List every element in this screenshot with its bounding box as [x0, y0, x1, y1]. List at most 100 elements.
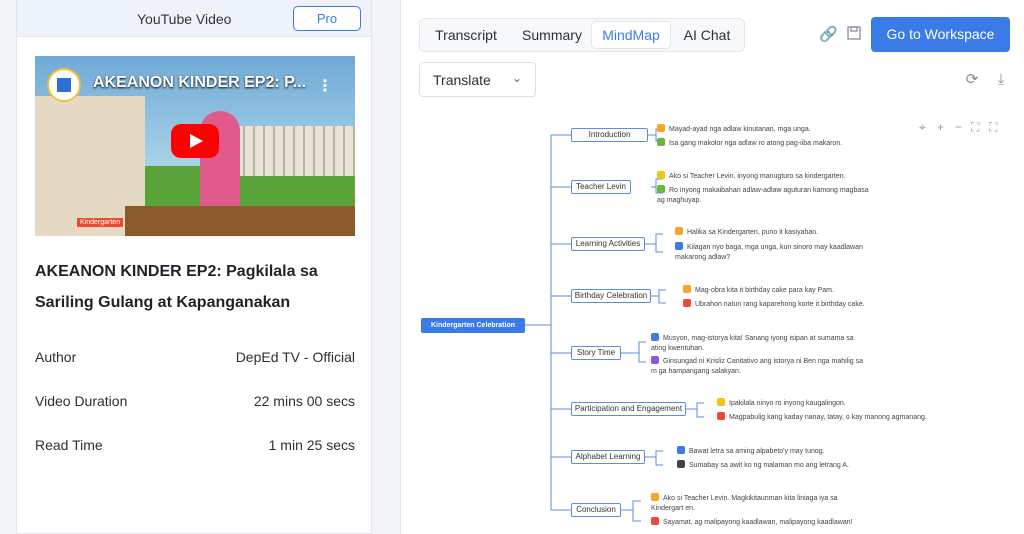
leaf-icon [651, 493, 659, 501]
meta-value: DepEd TV - Official [235, 349, 355, 365]
video-badge: Kindergarten [77, 218, 124, 227]
leaf-icon [683, 285, 691, 293]
mindmap-canvas[interactable]: Kindergarten Celebration Introduction Te… [401, 110, 1024, 534]
mindmap-leaf: Magpabulig kang kaday nanay, tatay, o ka… [717, 412, 957, 423]
translate-dropdown[interactable]: Translate ⌄ [419, 62, 536, 97]
play-icon[interactable] [171, 124, 219, 158]
panel-header: YouTube Video Pro [17, 0, 371, 37]
video-scene-table [125, 206, 355, 236]
mindmap-leaf: Sumabay sa awit ko ng malaman mo ang let… [677, 460, 887, 471]
leaf-text: Sumabay sa awit ko ng malaman mo ang let… [689, 462, 849, 469]
content-panel: Transcript Summary MindMap AI Chat 🔗 Go … [400, 0, 1024, 534]
leaf-text: Sayamat, ag malipayong kaadlawan, malipa… [663, 519, 853, 526]
meta-row-duration: Video Duration 22 mins 00 secs [35, 393, 355, 413]
meta-row-read-time: Read Time 1 min 25 secs [35, 437, 355, 457]
leaf-icon [657, 171, 665, 179]
video-overlay-title: AKEANON KINDER EP2: P... [93, 74, 307, 91]
leaf-text: Kilagan nyo baga, mga unga, kun sinoro m… [675, 244, 863, 261]
mindmap-leaf: Mag-obra kita it birthday cake para kay … [683, 285, 893, 296]
mindmap-leaf: Ro inyong makaibahan adlaw-adlaw agutura… [657, 185, 877, 206]
save-icon[interactable] [845, 25, 863, 43]
video-thumbnail[interactable]: AKEANON KINDER EP2: P... ⋮ Kindergarten [35, 56, 355, 236]
mindmap-branch-node[interactable]: Alphabet Learning [571, 450, 645, 464]
leaf-text: Mag-obra kita it birthday cake para kay … [695, 287, 834, 294]
tab-bar: Transcript Summary MindMap AI Chat [419, 18, 745, 52]
leaf-text: Bawat letra sa aming alpabeto'y may tuno… [689, 448, 825, 455]
leaf-icon [657, 124, 665, 132]
locate-icon[interactable]: ⌖ [919, 120, 926, 135]
leaf-icon [677, 460, 685, 468]
mindmap-branch-node[interactable]: Story Time [571, 346, 621, 360]
meta-key: Read Time [35, 437, 103, 453]
mindmap-leaf: Mayad-ayad nga adlaw kinutanan, mga unga… [657, 124, 857, 135]
leaf-text: Halika sa Kindergarten, puno it kasiyaha… [687, 229, 819, 236]
chevron-down-icon: ⌄ [512, 71, 523, 85]
tab-transcript[interactable]: Transcript [426, 22, 506, 48]
meta-value: 22 mins 00 secs [253, 393, 355, 409]
pro-button[interactable]: Pro [293, 6, 361, 31]
mindmap-leaf: Musyon, mag-istorya kita! Sanang iyong i… [651, 333, 866, 354]
mindmap-branch-node[interactable]: Introduction [571, 128, 648, 142]
mindmap-leaf: Halika sa Kindergarten, puno it kasiyaha… [675, 227, 885, 238]
mindmap-leaf: Sayamat, ag malipayong kaadlawan, malipa… [651, 517, 866, 528]
tab-summary[interactable]: Summary [512, 22, 592, 48]
more-options-icon[interactable]: ⋮ [317, 76, 333, 96]
mindmap-branch-node[interactable]: Learning Activities [571, 237, 645, 251]
meta-row-author: Author DepEd TV - Official [35, 349, 355, 369]
leaf-text: Magpabulig kang kaday nanay, tatay, o ka… [729, 414, 927, 421]
leaf-text: Ipakilala ninyo ro inyong kaugalingon. [729, 400, 846, 407]
zoom-in-icon[interactable]: + [937, 120, 944, 134]
link-icon[interactable]: 🔗 [819, 26, 838, 44]
leaf-text: Ako si Teacher Levin. Magkikitaunman kit… [651, 495, 838, 512]
panel-title: YouTube Video [137, 11, 232, 27]
mindmap-leaf: Ginsungad ni Krisliz Canitativo ang isto… [651, 356, 866, 377]
mindmap-toolbar: ⌖ + − ⛶ ⛶ [919, 120, 1009, 136]
mindmap-root-node[interactable]: Kindergarten Celebration [421, 318, 525, 333]
mindmap-leaf: Kilagan nyo baga, mga unga, kun sinoro m… [675, 242, 890, 263]
leaf-icon [683, 299, 691, 307]
leaf-icon [657, 138, 665, 146]
mindmap-leaf: Bawat letra sa aming alpabeto'y may tuno… [677, 446, 877, 457]
mindmap-branch-node[interactable]: Conclusion [571, 503, 621, 517]
mindmap-branch-node[interactable]: Participation and Engagement [571, 402, 686, 416]
deped-logo-icon [47, 68, 81, 102]
translate-label: Translate [433, 72, 491, 88]
leaf-text: Musyon, mag-istorya kita! Sanang iyong i… [651, 335, 854, 352]
fullscreen-icon[interactable]: ⛶ [989, 120, 997, 135]
meta-key: Author [35, 349, 77, 365]
mindmap-leaf: Ipakilala ninyo ro inyong kaugalingon. [717, 398, 917, 409]
download-icon[interactable]: ⤓ [992, 71, 1010, 89]
zoom-out-icon[interactable]: − [955, 120, 962, 134]
mindmap-leaf: Ako si Teacher Levin, inyong manugturo s… [657, 171, 867, 182]
leaf-text: Ubrahon natun rang kaparehong korte it b… [695, 301, 865, 308]
leaf-text: Ro inyong makaibahan adlaw-adlaw agutura… [657, 187, 869, 204]
leaf-icon [657, 185, 665, 193]
leaf-icon [677, 446, 685, 454]
app-root: YouTube Video Pro AKEANON KINDER EP2: P.… [0, 0, 1024, 534]
mindmap-branch-node[interactable]: Teacher Levin [571, 180, 631, 194]
tab-mindmap[interactable]: MindMap [592, 22, 670, 48]
mindmap-branch-node[interactable]: Birthday Celebration [571, 289, 651, 303]
refresh-icon[interactable]: ⟳ [963, 71, 981, 89]
mindmap-leaf: Ako si Teacher Levin. Magkikitaunman kit… [651, 493, 866, 514]
video-info-panel: YouTube Video Pro AKEANON KINDER EP2: P.… [16, 0, 372, 534]
leaf-text: Ginsungad ni Krisliz Canitativo ang isto… [651, 358, 863, 375]
leaf-icon [717, 398, 725, 406]
tab-ai-chat[interactable]: AI Chat [672, 22, 742, 48]
leaf-text: Isa gang makolor nga adlaw ro atong pag-… [669, 140, 843, 147]
leaf-icon [717, 412, 725, 420]
leaf-icon [651, 333, 659, 341]
leaf-text: Ako si Teacher Levin, inyong manugturo s… [669, 173, 846, 180]
leaf-icon [651, 517, 659, 525]
mindmap-leaf: Ubrahon natun rang kaparehong korte it b… [683, 299, 893, 310]
meta-key: Video Duration [35, 393, 128, 409]
leaf-icon [651, 356, 659, 364]
go-to-workspace-button[interactable]: Go to Workspace [871, 17, 1010, 52]
collapse-icon[interactable]: ⛶ [971, 120, 979, 135]
leaf-icon [675, 242, 683, 250]
leaf-text: Mayad-ayad nga adlaw kinutanan, mga unga… [669, 126, 811, 133]
leaf-icon [675, 227, 683, 235]
mindmap-leaf: Isa gang makolor nga adlaw ro atong pag-… [657, 138, 867, 149]
meta-value: 1 min 25 secs [268, 437, 355, 453]
video-title: AKEANON KINDER EP2: Pagkilala sa Sarilin… [35, 263, 318, 311]
